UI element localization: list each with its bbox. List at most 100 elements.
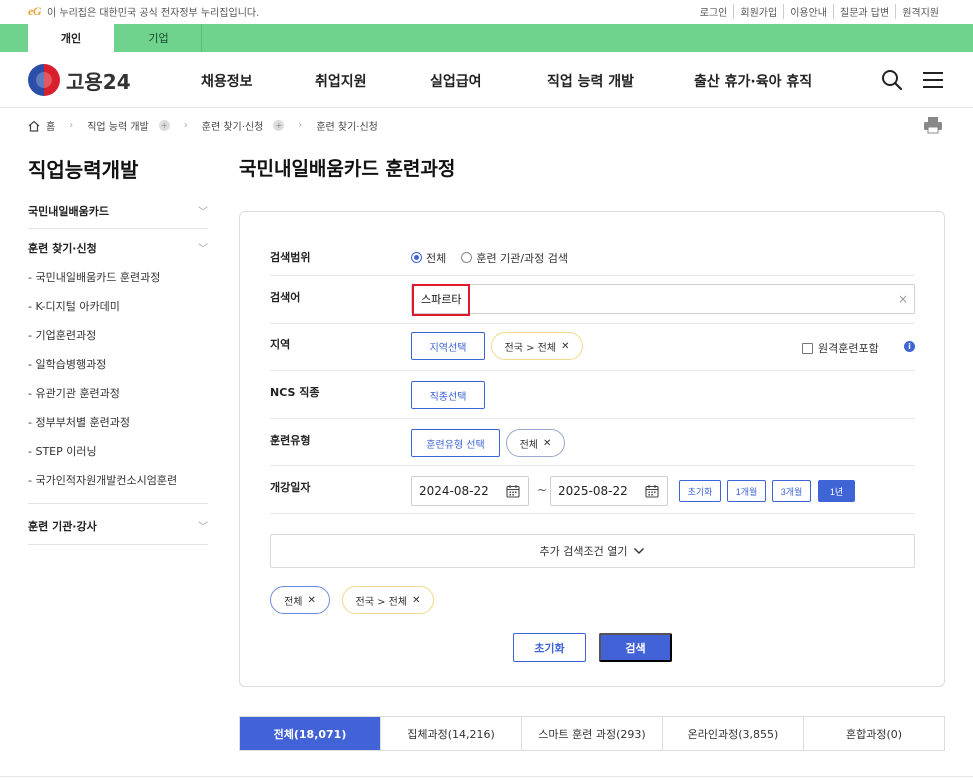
breadcrumb-expand-icon[interactable]: + [158, 120, 170, 131]
print-icon[interactable] [922, 116, 944, 134]
region-select-button[interactable]: 지역선택 [411, 332, 485, 360]
sidebar-item-ministry[interactable]: - 정부부처별 훈련과정 [28, 408, 208, 437]
sidebar-item-company-training[interactable]: - 기업훈련과정 [28, 321, 208, 350]
sidebar-nav: 국민내일배움카드 ﹀ 훈련 찾기·신청 ﹀ - 국민내일배움카드 훈련과정 - … [28, 194, 208, 545]
breadcrumb-separator-icon: › [69, 120, 74, 131]
remove-chip-icon[interactable]: ✕ [561, 341, 569, 352]
remove-chip-icon[interactable]: ✕ [412, 595, 420, 606]
tab-all[interactable]: 전체(18,071) [240, 717, 380, 750]
gov-notice: eG 이 누리집은 대한민국 공식 전자정부 누리집입니다. [28, 4, 259, 19]
breadcrumb-expand-icon[interactable]: + [273, 120, 285, 131]
radio-checked-icon [411, 252, 422, 263]
breadcrumb: 홈 › 직업 능력 개발 + › 훈련 찾기·신청 + › 훈련 찾기·신청 [28, 118, 378, 133]
info-icon[interactable]: i [904, 341, 915, 352]
breadcrumb-separator-icon: › [298, 120, 303, 131]
utility-links: 로그인 회원가입 이용안내 질문과 답변 원격지원 [694, 4, 945, 19]
calendar-icon[interactable] [645, 484, 659, 498]
clear-icon[interactable]: × [898, 292, 908, 306]
tab-smart[interactable]: 스마트 훈련 과정(293) [521, 717, 662, 750]
sidebar-item-k-digital[interactable]: - K-디지털 아카데미 [28, 292, 208, 321]
start-date-label: 개강일자 [270, 481, 311, 494]
page-title: 국민내일배움카드 훈련과정 [239, 158, 456, 180]
guide-link[interactable]: 이용안내 [783, 4, 833, 19]
nav-unemployment-benefit[interactable]: 실업급여 [430, 71, 482, 91]
search-scope-options: 전체 훈련 기관/과정 검색 [411, 248, 578, 267]
radio-unchecked-icon [461, 252, 473, 263]
nav-vocational-training[interactable]: 직업 능력 개발 [547, 71, 634, 91]
selected-filter-label: 전국 > 전체 [355, 596, 408, 608]
result-tabs: 전체(18,071) 집체과정(14,216) 스마트 훈련 과정(293) 온… [239, 716, 945, 751]
search-icon[interactable] [880, 68, 904, 92]
qna-link[interactable]: 질문과 답변 [833, 4, 895, 19]
signup-link[interactable]: 회원가입 [733, 4, 783, 19]
ncs-select-button[interactable]: 직종선택 [411, 381, 485, 409]
sidebar-item-step[interactable]: - STEP 이러닝 [28, 437, 208, 466]
nav-jobs[interactable]: 채용정보 [201, 71, 253, 91]
keyword-field: × [411, 284, 915, 316]
sidebar-section-card[interactable]: 국민내일배움카드 ﹀ [28, 194, 208, 229]
date-from-field[interactable]: 2024-08-22 [411, 476, 529, 506]
date-1year-button[interactable]: 1년 [818, 480, 855, 502]
chevron-down-icon [634, 548, 645, 554]
date-reset-button[interactable]: 초기화 [679, 480, 721, 502]
remote-training-checkbox[interactable]: 원격훈련포함 [802, 340, 879, 356]
chevron-up-icon: ﹀ [198, 244, 208, 255]
audience-tab-bar: 개인 기업 [0, 24, 973, 52]
selected-filter-label: 전체 [284, 596, 303, 608]
nav-employment-support[interactable]: 취업지원 [315, 71, 367, 91]
date-1month-button[interactable]: 1개월 [727, 480, 766, 502]
remove-chip-icon[interactable]: ✕ [543, 438, 551, 449]
sidebar-section-group: 훈련 찾기·신청 ﹀ - 국민내일배움카드 훈련과정 - K-디지털 아카데미 … [28, 229, 208, 504]
keyword-input[interactable] [413, 286, 883, 312]
ncs-label: NCS 직종 [270, 386, 320, 399]
date-3month-button[interactable]: 3개월 [772, 480, 811, 502]
reset-button[interactable]: 초기화 [513, 633, 586, 662]
sidebar-section-search[interactable]: 훈련 찾기·신청 ﹀ [28, 229, 208, 263]
site-logo[interactable]: 고용24 [28, 64, 131, 96]
more-conditions-toggle[interactable]: 추가 검색조건 열기 [270, 534, 915, 568]
site-header: 고용24 채용정보 취업지원 실업급여 직업 능력 개발 출산 휴가·육아 휴직 [0, 52, 973, 108]
calendar-icon[interactable] [506, 484, 520, 498]
scope-institution-radio[interactable]: 훈련 기관/과정 검색 [461, 250, 568, 266]
training-type-label: 훈련유형 [270, 434, 311, 447]
divider [0, 776, 973, 777]
tab-online[interactable]: 온라인과정(3,855) [662, 717, 803, 750]
scope-all-radio[interactable]: 전체 [411, 250, 446, 266]
tab-classroom[interactable]: 집체과정(14,216) [380, 717, 521, 750]
region-chip: 전국 > 전체 ✕ [491, 332, 583, 360]
selected-filter-chip: 전국 > 전체 ✕ [342, 586, 434, 614]
sidebar-item-card-course[interactable]: - 국민내일배움카드 훈련과정 [28, 263, 208, 292]
sidebar-item-related-agency[interactable]: - 유관기관 훈련과정 [28, 379, 208, 408]
tab-blended[interactable]: 혼합과정(0) [803, 717, 944, 750]
breadcrumb-separator-icon: › [183, 120, 188, 131]
login-link[interactable]: 로그인 [694, 4, 734, 19]
remote-support-link[interactable]: 원격지원 [895, 4, 945, 19]
remove-chip-icon[interactable]: ✕ [308, 595, 316, 606]
scope-all-label: 전체 [426, 251, 447, 265]
training-type-row: 훈련유형 훈련유형 선택 전체 ✕ [270, 419, 915, 466]
egov-logo: eG [28, 4, 42, 18]
tab-personal[interactable]: 개인 [28, 24, 114, 52]
gov-notice-bar: eG 이 누리집은 대한민국 공식 전자정부 누리집입니다. 로그인 회원가입 … [0, 0, 973, 22]
selected-filter-chip: 전체 ✕ [270, 586, 330, 614]
search-button[interactable]: 검색 [599, 633, 672, 662]
sidebar-section-institution[interactable]: 훈련 기관·강사 ﹀ [28, 504, 208, 545]
nav-parental-leave[interactable]: 출산 휴가·육아 휴직 [694, 71, 812, 91]
training-type-chip: 전체 ✕ [506, 429, 565, 457]
start-date-row: 개강일자 2024-08-22 ~ 2025-08-22 초기화 1개월 3개월… [270, 466, 915, 514]
region-label: 지역 [270, 338, 291, 351]
home-icon [28, 120, 40, 132]
search-scope-label: 검색범위 [270, 251, 311, 264]
chevron-down-icon: ﹀ [198, 522, 208, 533]
menu-icon[interactable] [921, 68, 945, 92]
breadcrumb-level3: 훈련 찾기·신청 [316, 122, 378, 133]
breadcrumb-level1[interactable]: 직업 능력 개발 [87, 118, 149, 133]
sidebar-item-consortium[interactable]: - 국가인적자원개발컨소시엄훈련 [28, 466, 208, 495]
breadcrumb-home[interactable]: 홈 [46, 118, 55, 133]
sidebar-item-work-learning[interactable]: - 일학습병행과정 [28, 350, 208, 379]
tab-company[interactable]: 기업 [116, 24, 202, 52]
ncs-row: NCS 직종 직종선택 [270, 371, 915, 419]
breadcrumb-level2[interactable]: 훈련 찾기·신청 [202, 118, 264, 133]
training-type-button[interactable]: 훈련유형 선택 [411, 429, 500, 457]
date-to-field[interactable]: 2025-08-22 [550, 476, 668, 506]
